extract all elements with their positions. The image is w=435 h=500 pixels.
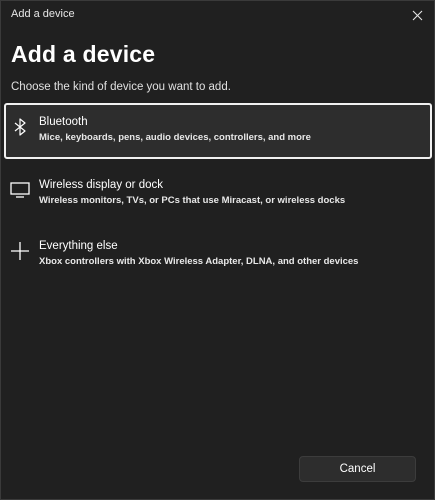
option-description: Mice, keyboards, pens, audio devices, co… <box>39 132 311 143</box>
close-icon <box>412 10 422 20</box>
option-everything-else[interactable]: Everything else Xbox controllers with Xb… <box>4 227 432 283</box>
option-description: Xbox controllers with Xbox Wireless Adap… <box>39 256 359 267</box>
page-subtitle: Choose the kind of device you want to ad… <box>11 81 231 93</box>
cancel-button[interactable]: Cancel <box>299 456 416 482</box>
title-bar: Add a device <box>1 1 434 29</box>
bluetooth-icon <box>10 117 30 137</box>
option-wireless-display[interactable]: Wireless display or dock Wireless monito… <box>4 166 432 222</box>
option-bluetooth[interactable]: Bluetooth Mice, keyboards, pens, audio d… <box>4 103 432 159</box>
option-description: Wireless monitors, TVs, or PCs that use … <box>39 195 346 206</box>
page-title: Add a device <box>11 41 156 67</box>
option-title: Wireless display or dock <box>39 179 163 191</box>
plus-icon <box>10 241 30 261</box>
window-title: Add a device <box>11 8 75 20</box>
add-device-dialog: Add a device Add a device Choose the kin… <box>0 0 435 500</box>
option-title: Everything else <box>39 240 118 252</box>
monitor-icon <box>10 180 30 200</box>
close-button[interactable] <box>404 3 430 27</box>
option-title: Bluetooth <box>39 116 88 128</box>
